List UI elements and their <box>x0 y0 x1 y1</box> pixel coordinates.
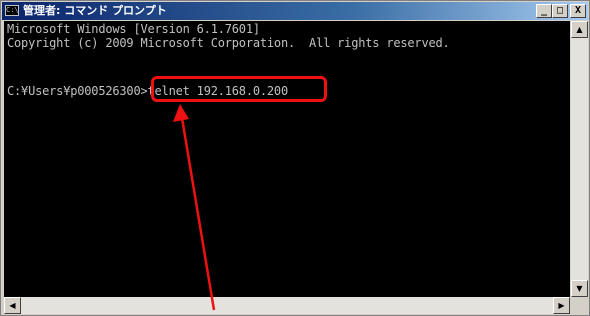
annotation-arrow-icon <box>173 104 216 311</box>
